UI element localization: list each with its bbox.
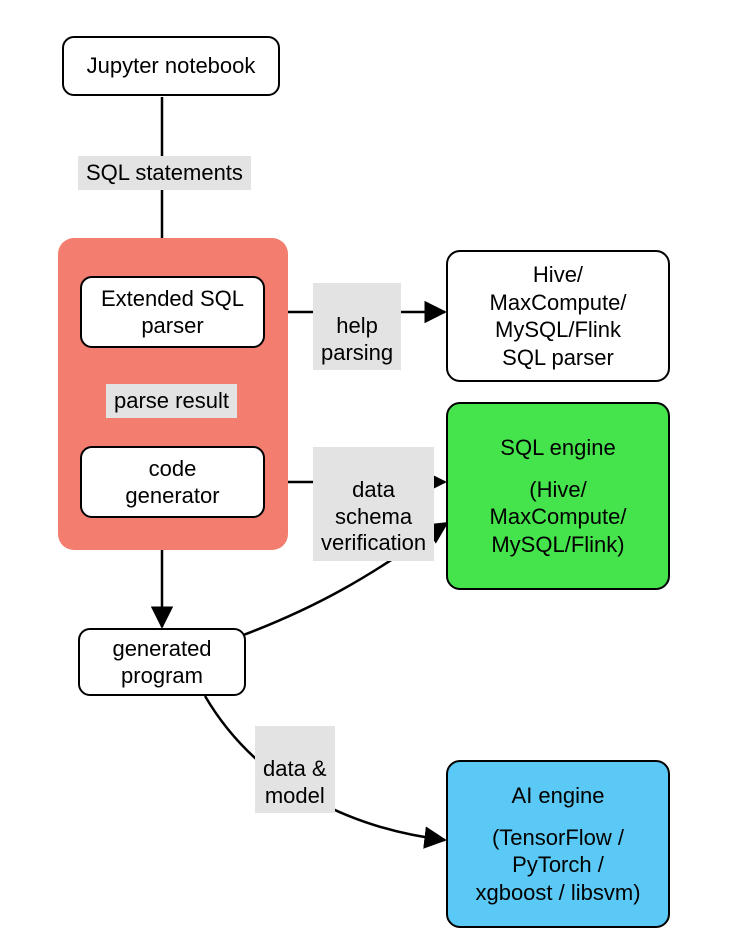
node-hive-parser: Hive/ MaxCompute/ MySQL/Flink SQL parser — [446, 250, 670, 382]
node-generated-program: generated program — [78, 628, 246, 696]
diagram-canvas: Jupyter notebook SQL statements Extended… — [0, 0, 745, 951]
node-extended-sql-parser: Extended SQL parser — [80, 276, 265, 348]
node-label: code generator — [125, 455, 219, 510]
edge-label-text: parse result — [114, 388, 229, 413]
node-code-generator: code generator — [80, 446, 265, 518]
node-title: SQL engine — [500, 434, 615, 462]
node-label: Hive/ MaxCompute/ MySQL/Flink SQL parser — [490, 261, 627, 371]
node-sql-engine: SQL engine (Hive/ MaxCompute/ MySQL/Flin… — [446, 402, 670, 590]
node-label: Extended SQL parser — [101, 285, 244, 340]
edge-label-text: data & model — [263, 756, 327, 807]
node-body: (TensorFlow / PyTorch / xgboost / libsvm… — [475, 824, 640, 907]
node-jupyter-notebook: Jupyter notebook — [62, 36, 280, 96]
node-ai-engine: AI engine (TensorFlow / PyTorch / xgboos… — [446, 760, 670, 928]
edge-label-text: SQL statements — [86, 160, 243, 185]
node-label: generated program — [112, 635, 211, 690]
node-title: AI engine — [512, 782, 605, 810]
label-sql-statements: SQL statements — [78, 156, 251, 190]
label-data-model: data & model — [255, 726, 335, 813]
node-body: (Hive/ MaxCompute/ MySQL/Flink) — [490, 476, 627, 559]
edge-label-text: help parsing — [321, 313, 393, 364]
label-help-parsing: help parsing — [313, 283, 401, 370]
label-parse-result: parse result — [106, 384, 237, 418]
edge-label-text: data schema verification — [321, 477, 426, 555]
node-label: Jupyter notebook — [87, 52, 256, 80]
label-data-schema-verification: data schema verification — [313, 447, 434, 561]
